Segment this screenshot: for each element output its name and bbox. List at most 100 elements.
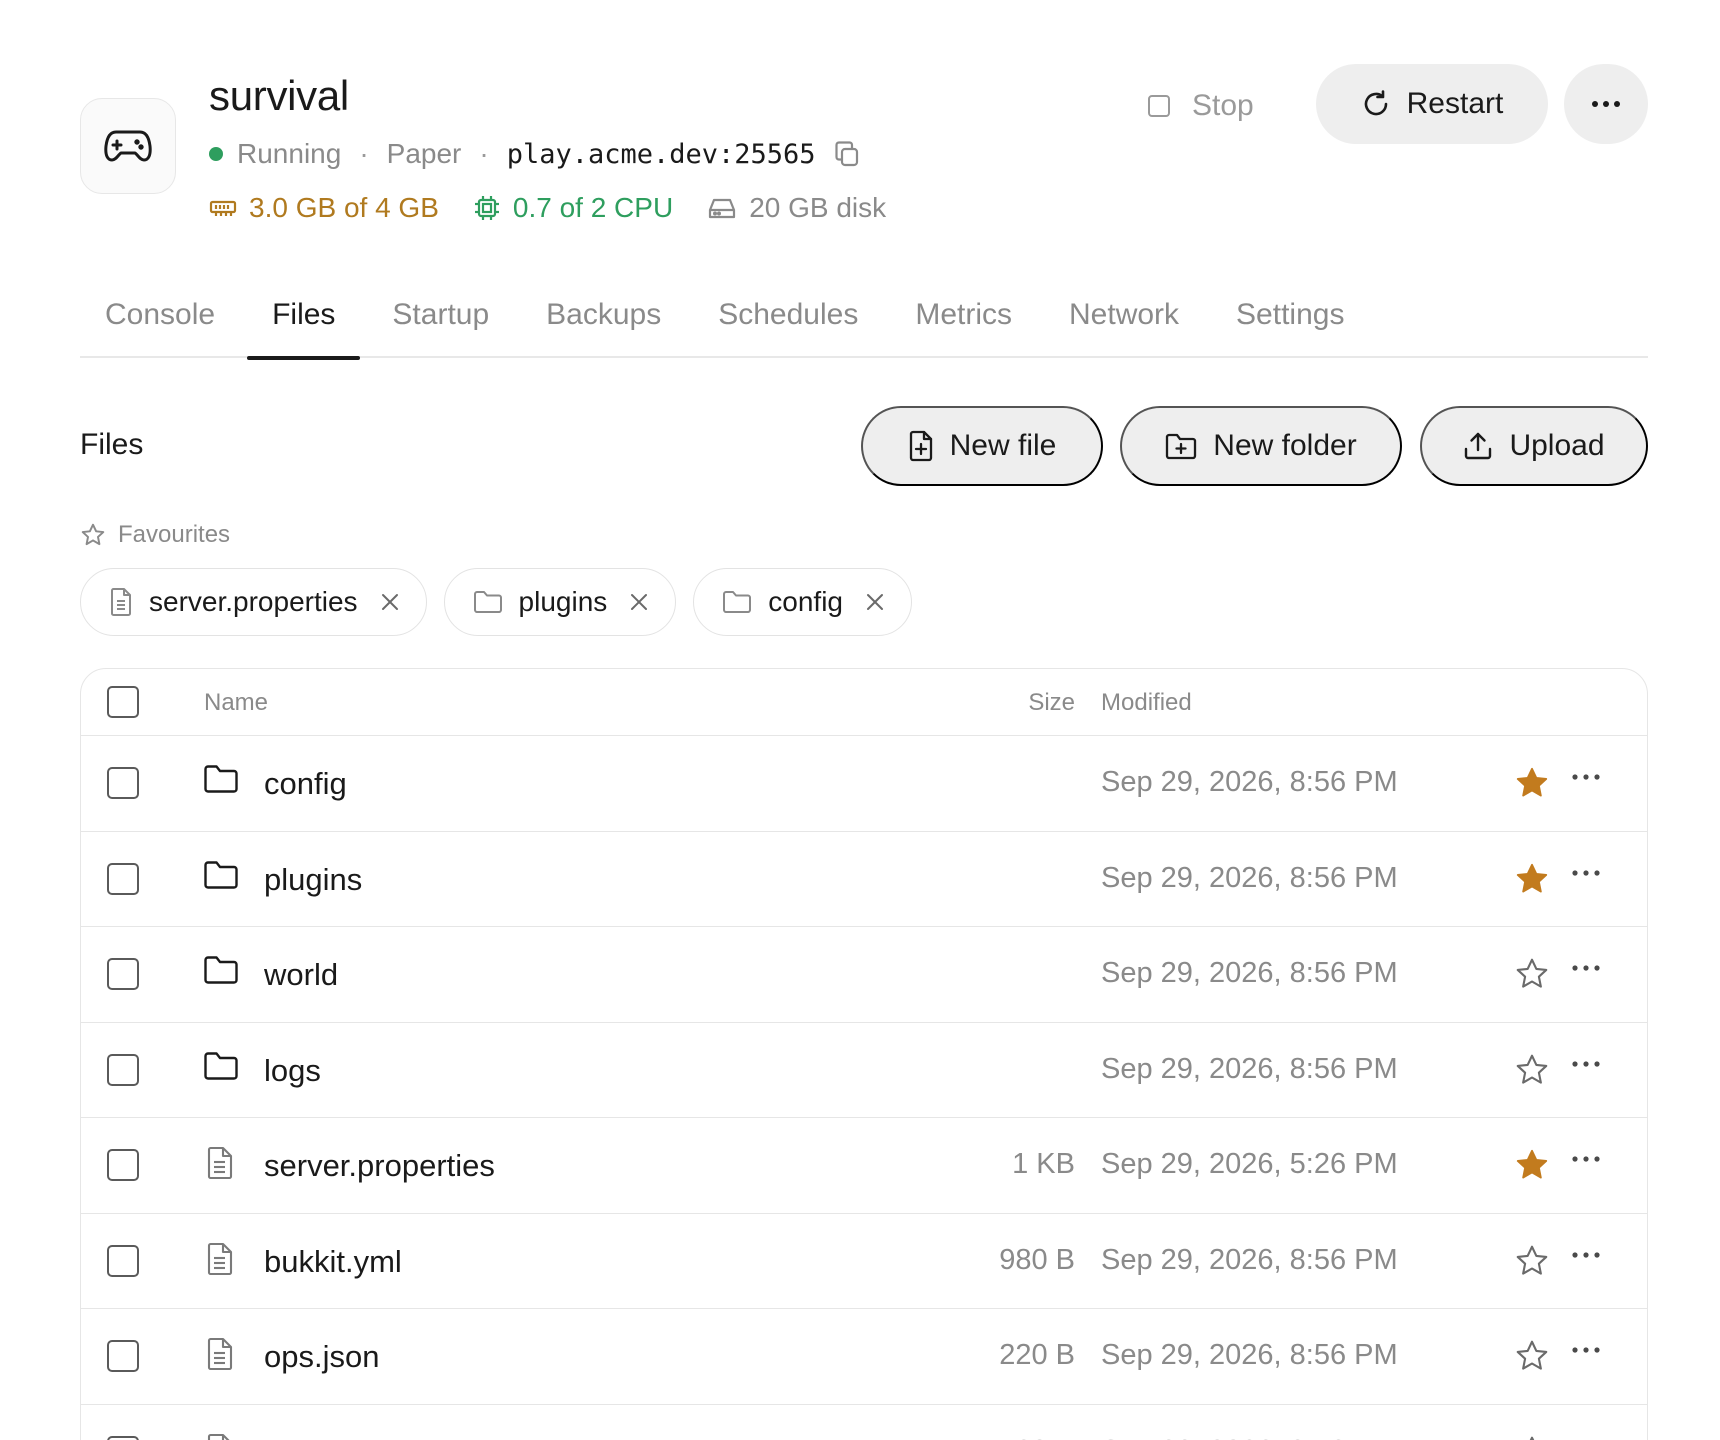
favourite-name: server.properties bbox=[149, 586, 358, 617]
meta-separator: · bbox=[359, 138, 369, 169]
file-size: 220 B bbox=[999, 1339, 1075, 1371]
cpu-icon bbox=[474, 196, 499, 220]
column-size[interactable]: Size bbox=[1028, 689, 1075, 717]
row-checkbox[interactable] bbox=[107, 767, 139, 799]
row-more-icon[interactable] bbox=[1571, 1150, 1601, 1168]
column-modified[interactable]: Modified bbox=[1101, 689, 1192, 717]
table-row[interactable]: ops.json 220 B Sep 29, 2026, 8:56 PM bbox=[81, 1309, 1647, 1405]
star-filled-icon[interactable] bbox=[1514, 1147, 1550, 1188]
upload-icon bbox=[1465, 432, 1492, 460]
tab-bar: Console Files Startup Backups Schedules … bbox=[80, 280, 1648, 360]
star-outline-icon[interactable] bbox=[1514, 1052, 1550, 1093]
file-modified: Sep 29, 2026, 5:26 PM bbox=[1101, 1148, 1398, 1180]
tab-settings[interactable]: Settings bbox=[1211, 280, 1369, 358]
restart-button[interactable]: Restart bbox=[1316, 64, 1548, 144]
file-name[interactable]: bukkit.yml bbox=[264, 1244, 402, 1280]
star-outline-icon[interactable] bbox=[1514, 1243, 1550, 1284]
folder-icon bbox=[203, 764, 239, 799]
star-outline-icon[interactable] bbox=[1514, 1338, 1550, 1379]
server-address: play.acme.dev:25565 bbox=[506, 138, 816, 170]
tab-backups[interactable]: Backups bbox=[521, 280, 686, 358]
favourites-list: server.properties plugins config bbox=[80, 568, 929, 636]
file-name[interactable]: ops.json bbox=[264, 1339, 379, 1375]
row-more-icon[interactable] bbox=[1571, 864, 1601, 882]
tab-schedules[interactable]: Schedules bbox=[693, 280, 883, 358]
tab-startup[interactable]: Startup bbox=[367, 280, 514, 358]
select-all-checkbox[interactable] bbox=[107, 686, 139, 718]
row-more-icon[interactable] bbox=[1571, 768, 1601, 786]
file-size: 980 B bbox=[999, 1243, 1075, 1276]
remove-favourite-icon[interactable] bbox=[380, 592, 400, 612]
table-row[interactable]: config Sep 29, 2026, 8:56 PM bbox=[81, 736, 1647, 832]
star-filled-icon[interactable] bbox=[1514, 765, 1550, 806]
new-file-button[interactable]: New file bbox=[861, 406, 1103, 486]
row-checkbox[interactable] bbox=[107, 1340, 139, 1372]
tab-metrics[interactable]: Metrics bbox=[890, 280, 1037, 358]
file-icon bbox=[203, 1242, 239, 1281]
cpu-text: 0.7 of 2 CPU bbox=[512, 192, 674, 223]
row-more-icon[interactable] bbox=[1571, 1246, 1601, 1264]
row-more-icon[interactable] bbox=[1571, 1437, 1601, 1440]
file-name[interactable]: eula.txt bbox=[264, 1435, 364, 1440]
table-row[interactable]: world Sep 29, 2026, 8:56 PM bbox=[81, 927, 1647, 1023]
row-checkbox[interactable] bbox=[107, 1244, 139, 1277]
column-name[interactable]: Name bbox=[204, 689, 268, 717]
star-outline-icon bbox=[81, 523, 105, 546]
cpu-usage: 0.7 of 2 CPU bbox=[473, 192, 673, 224]
file-modified: Sep 29, 2026, 8:56 PM bbox=[1101, 1052, 1398, 1085]
tab-network[interactable]: Network bbox=[1044, 280, 1204, 358]
file-modified: Sep 29, 2026, 8:56 PM bbox=[1101, 1435, 1398, 1440]
folder-icon bbox=[203, 860, 239, 895]
row-checkbox[interactable] bbox=[107, 1053, 139, 1086]
table-row[interactable]: plugins Sep 29, 2026, 8:56 PM bbox=[81, 832, 1647, 927]
table-row[interactable]: logs Sep 29, 2026, 8:56 PM bbox=[81, 1023, 1647, 1118]
favourite-name: config bbox=[768, 586, 843, 617]
upload-label: Upload bbox=[1509, 429, 1605, 462]
file-modified: Sep 29, 2026, 8:56 PM bbox=[1101, 957, 1398, 989]
file-name[interactable]: config bbox=[264, 766, 347, 802]
more-actions-button[interactable] bbox=[1564, 64, 1648, 144]
row-more-icon[interactable] bbox=[1571, 1341, 1601, 1359]
table-row[interactable]: bukkit.yml 980 B Sep 29, 2026, 8:56 PM bbox=[81, 1214, 1647, 1309]
file-name[interactable]: world bbox=[264, 957, 338, 993]
memory-icon bbox=[209, 200, 237, 216]
table-row[interactable]: eula.txt 160 B Sep 29, 2026, 8:56 PM bbox=[81, 1405, 1647, 1440]
new-file-icon bbox=[909, 430, 932, 462]
star-outline-icon[interactable] bbox=[1514, 956, 1550, 997]
file-name[interactable]: plugins bbox=[264, 862, 362, 898]
table-body: config Sep 29, 2026, 8:56 PM plugins Sep 29… bbox=[81, 736, 1647, 1440]
file-name[interactable]: logs bbox=[264, 1053, 321, 1089]
remove-favourite-icon[interactable] bbox=[865, 592, 885, 612]
stop-button[interactable]: Stop bbox=[1148, 82, 1254, 130]
file-modified: Sep 29, 2026, 8:56 PM bbox=[1101, 766, 1398, 798]
stop-icon bbox=[1148, 95, 1170, 117]
remove-favourite-icon[interactable] bbox=[629, 592, 649, 612]
resource-usage: 3.0 GB of 4 GB 0.7 of 2 CPU 20 GB disk bbox=[209, 190, 920, 226]
favourite-chip[interactable]: config bbox=[693, 568, 912, 636]
file-icon bbox=[109, 587, 133, 617]
upload-button[interactable]: Upload bbox=[1420, 406, 1648, 486]
new-folder-button[interactable]: New folder bbox=[1120, 406, 1402, 486]
memory-text: 3.0 GB of 4 GB bbox=[249, 192, 439, 223]
tab-files[interactable]: Files bbox=[247, 280, 361, 360]
folder-icon bbox=[203, 1051, 239, 1086]
favourite-chip[interactable]: plugins bbox=[443, 568, 677, 636]
star-filled-icon[interactable] bbox=[1514, 861, 1550, 902]
disk-usage: 20 GB disk bbox=[707, 192, 886, 224]
row-checkbox[interactable] bbox=[107, 958, 139, 990]
row-more-icon[interactable] bbox=[1571, 1055, 1601, 1073]
star-outline-icon[interactable] bbox=[1514, 1434, 1550, 1440]
table-row[interactable]: server.properties 1 KB Sep 29, 2026, 5:26 … bbox=[81, 1118, 1647, 1214]
row-checkbox[interactable] bbox=[107, 1149, 139, 1181]
more-icon bbox=[1592, 101, 1620, 107]
row-checkbox[interactable] bbox=[107, 1435, 139, 1440]
row-more-icon[interactable] bbox=[1571, 959, 1601, 977]
row-checkbox[interactable] bbox=[107, 862, 139, 895]
favourite-chip[interactable]: server.properties bbox=[80, 568, 427, 636]
copy-icon[interactable] bbox=[834, 140, 860, 168]
file-name[interactable]: server.properties bbox=[264, 1148, 495, 1184]
file-icon bbox=[203, 1146, 239, 1185]
tab-console[interactable]: Console bbox=[80, 280, 240, 358]
memory-usage: 3.0 GB of 4 GB bbox=[209, 192, 439, 224]
server-title: survival bbox=[209, 72, 349, 119]
